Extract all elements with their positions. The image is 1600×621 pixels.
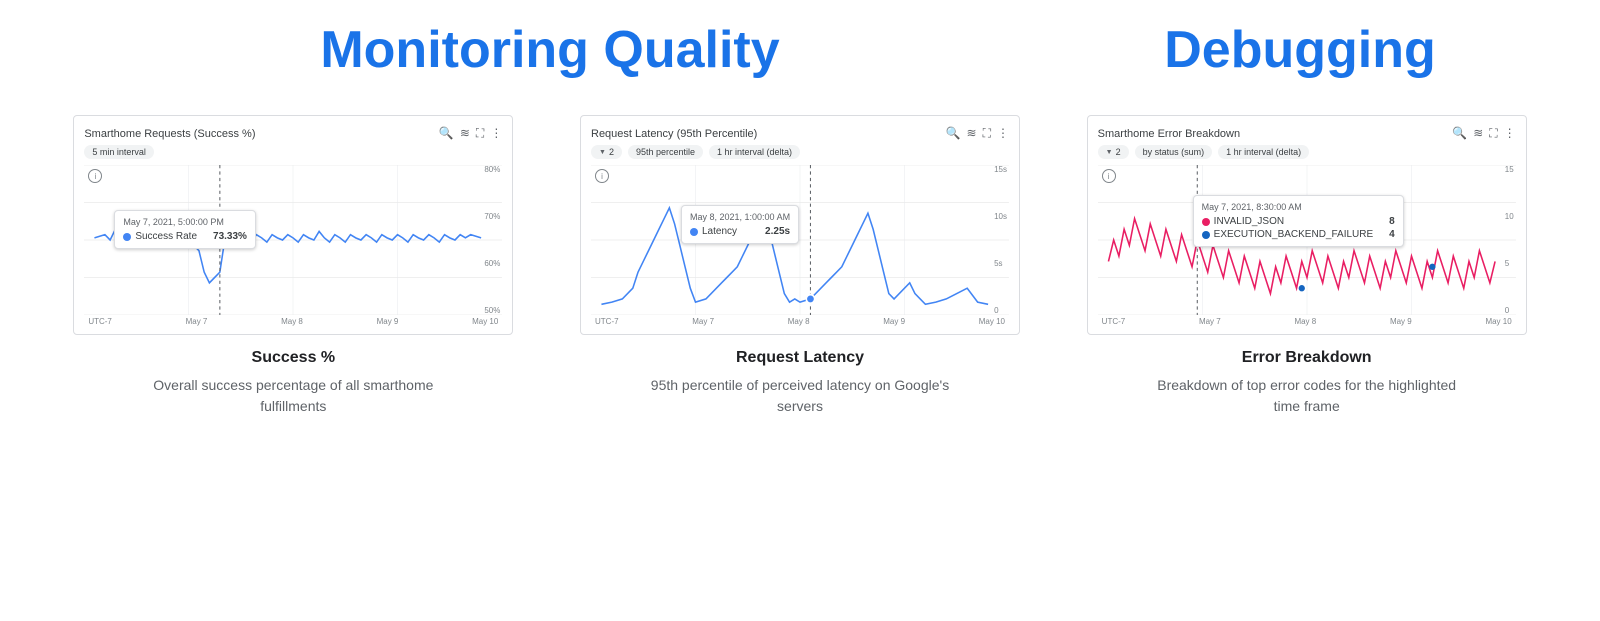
more-icon[interactable]: ⋮	[1504, 126, 1516, 141]
chart1-label: Success %	[252, 349, 336, 367]
filter-chip-count3[interactable]: 2	[1098, 145, 1129, 159]
filter-chip-1[interactable]: 5 min interval	[84, 145, 154, 159]
error-breakdown-chart-box: Smarthome Error Breakdown 🔍 ≋ ⛶ ⋮ 2 by s…	[1087, 115, 1527, 335]
chart1-tooltip-dot	[123, 233, 131, 241]
chart1-x-labels: UTC-7 May 7 May 8 May 9 May 10	[84, 317, 502, 326]
filter-chip-interval3[interactable]: 1 hr interval (delta)	[1218, 145, 1309, 159]
filter-chip-percentile[interactable]: 95th percentile	[628, 145, 703, 159]
chart1-filters: 5 min interval	[84, 145, 502, 159]
chart2-icons: 🔍 ≋ ⛶ ⋮	[946, 126, 1009, 141]
chart1-tooltip-label: Success Rate	[135, 231, 197, 242]
chart3-tooltip-label1: INVALID_JSON	[1214, 216, 1284, 227]
more-icon[interactable]: ⋮	[997, 126, 1009, 141]
chart2-tooltip-dot	[690, 228, 698, 236]
search-icon[interactable]: 🔍	[946, 126, 961, 141]
chart3-tooltip-label2: EXECUTION_BACKEND_FAILURE	[1214, 229, 1374, 240]
search-icon[interactable]: 🔍	[1452, 126, 1467, 141]
info-icon: i	[595, 169, 609, 183]
chart1-area: 80% 70% 60% 50% May 7, 2021, 5:00:00 PM …	[84, 165, 502, 315]
chart1-tooltip-date: May 7, 2021, 5:00:00 PM	[123, 217, 247, 227]
chart2-desc: 95th percentile of perceived latency on …	[640, 375, 960, 417]
request-latency-chart-box: Request Latency (95th Percentile) 🔍 ≋ ⛶ …	[580, 115, 1020, 335]
chart1-title: Smarthome Requests (Success %)	[84, 128, 255, 140]
chart3-x-labels: UTC-7 May 7 May 8 May 9 May 10	[1098, 317, 1516, 326]
chart1-tooltip-value: 73.33%	[201, 231, 247, 242]
chart1-icons: 🔍 ≋ ⛶ ⋮	[439, 126, 502, 141]
chart3-area: 15 10 5 0 May 7, 2021, 8:30:00 AM INVALI…	[1098, 165, 1516, 315]
chart2-tooltip-value: 2.25s	[753, 226, 790, 237]
chart3-title: Smarthome Error Breakdown	[1098, 128, 1240, 140]
chart1-tooltip-row: Success Rate 73.33%	[123, 231, 247, 242]
monitoring-quality-title: Monitoring Quality	[50, 20, 1050, 80]
chart3-icons: 🔍 ≋ ⛶ ⋮	[1452, 126, 1515, 141]
chart1-desc: Overall success percentage of all smarth…	[133, 375, 453, 417]
filter-chip-count[interactable]: 2	[591, 145, 622, 159]
chart2-title: Request Latency (95th Percentile)	[591, 128, 757, 140]
expand-icon[interactable]: ⛶	[983, 126, 991, 141]
chart2-label: Request Latency	[736, 349, 864, 367]
chart3-tooltip-date: May 7, 2021, 8:30:00 AM	[1202, 202, 1395, 212]
chart2-y-axis: 15s 10s 5s 0	[994, 165, 1007, 315]
filter-chip-interval[interactable]: 1 hr interval (delta)	[709, 145, 800, 159]
legend-icon[interactable]: ≋	[1473, 126, 1483, 141]
chart1-y-axis: 80% 70% 60% 50%	[484, 165, 500, 315]
expand-icon[interactable]: ⛶	[476, 126, 484, 141]
chart2-tooltip-row: Latency 2.25s	[690, 226, 790, 237]
chart3-tooltip-dot2	[1202, 231, 1210, 239]
chart2-tooltip-label: Latency	[702, 226, 737, 237]
chart1-tooltip: May 7, 2021, 5:00:00 PM Success Rate 73.…	[114, 210, 256, 249]
chart2-filters: 2 95th percentile 1 hr interval (delta)	[591, 145, 1009, 159]
chart2-tooltip: May 8, 2021, 1:00:00 AM Latency 2.25s	[681, 205, 799, 244]
filter-chip-status[interactable]: by status (sum)	[1135, 145, 1213, 159]
info-icon: i	[1102, 169, 1116, 183]
more-icon[interactable]: ⋮	[490, 126, 502, 141]
chart3-tooltip-row1: INVALID_JSON 8	[1202, 216, 1395, 227]
chart3-label: Error Breakdown	[1242, 349, 1372, 367]
request-latency-column: Request Latency (95th Percentile) 🔍 ≋ ⛶ …	[557, 115, 1044, 417]
legend-icon[interactable]: ≋	[460, 126, 470, 141]
chart2-area: 15s 10s 5s 0 May 8, 2021, 1:00:00 AM Lat…	[591, 165, 1009, 315]
legend-icon[interactable]: ≋	[967, 126, 977, 141]
chart3-tooltip-row2: EXECUTION_BACKEND_FAILURE 4	[1202, 229, 1395, 240]
expand-icon[interactable]: ⛶	[1489, 126, 1497, 141]
error-breakdown-column: Smarthome Error Breakdown 🔍 ≋ ⛶ ⋮ 2 by s…	[1063, 115, 1550, 417]
chart3-tooltip-value1: 8	[1377, 216, 1395, 227]
chart2-x-labels: UTC-7 May 7 May 8 May 9 May 10	[591, 317, 1009, 326]
chart2-tooltip-date: May 8, 2021, 1:00:00 AM	[690, 212, 790, 222]
chart3-tooltip: May 7, 2021, 8:30:00 AM INVALID_JSON 8 E…	[1193, 195, 1404, 247]
success-rate-column: Smarthome Requests (Success %) 🔍 ≋ ⛶ ⋮ 5…	[50, 115, 537, 417]
chart3-tooltip-dot1	[1202, 218, 1210, 226]
chart3-desc: Breakdown of top error codes for the hig…	[1147, 375, 1467, 417]
chart3-filters: 2 by status (sum) 1 hr interval (delta)	[1098, 145, 1516, 159]
chart3-tooltip-value2: 4	[1377, 229, 1395, 240]
success-rate-chart-box: Smarthome Requests (Success %) 🔍 ≋ ⛶ ⋮ 5…	[73, 115, 513, 335]
search-icon[interactable]: 🔍	[439, 126, 454, 141]
chart3-y-axis: 15 10 5 0	[1505, 165, 1514, 315]
debugging-title: Debugging	[1050, 20, 1550, 80]
